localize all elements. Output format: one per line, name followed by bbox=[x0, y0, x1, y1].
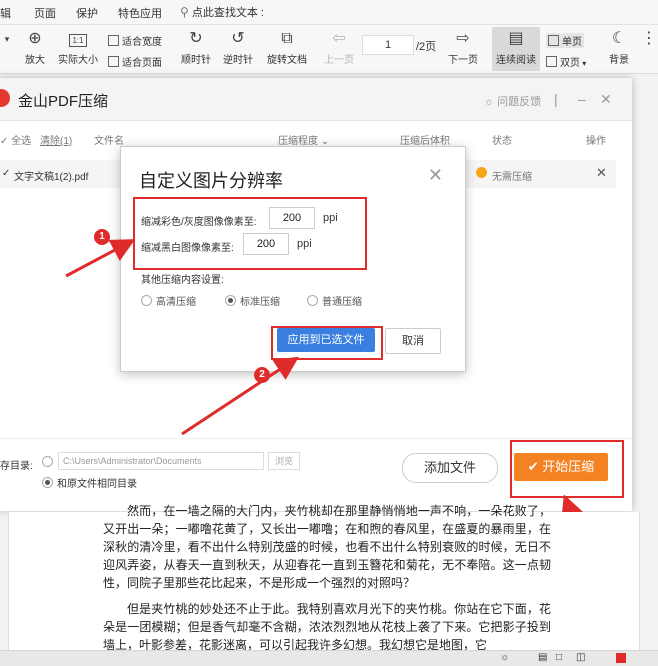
continuous-view-icon[interactable]: ▤ bbox=[538, 652, 547, 663]
annotation-arrow-2 bbox=[181, 356, 300, 436]
brightness-icon[interactable]: ☼ bbox=[500, 652, 509, 663]
single-view-icon[interactable]: □ bbox=[556, 652, 562, 663]
play-icon[interactable] bbox=[616, 653, 626, 663]
status-bar: ☼ ▤ □ ◫ bbox=[0, 650, 658, 666]
document-paragraph-2: 但是夹竹桃的妙处还不止于此。我特别喜欢月光下的夹竹桃。你站在它下面，花朵是一团模… bbox=[103, 602, 551, 652]
document-page: 然而，在一墙之隔的大门内，夹竹桃却在那里静悄悄地一声不响，一朵花败了，又开出一朵… bbox=[8, 504, 640, 652]
double-view-icon[interactable]: ◫ bbox=[576, 652, 585, 663]
annotation-arrow-1 bbox=[65, 239, 136, 278]
document-paragraph-1: 然而，在一墙之隔的大门内，夹竹桃却在那里静悄悄地一声不响，一朵花败了，又开出一朵… bbox=[103, 504, 551, 590]
